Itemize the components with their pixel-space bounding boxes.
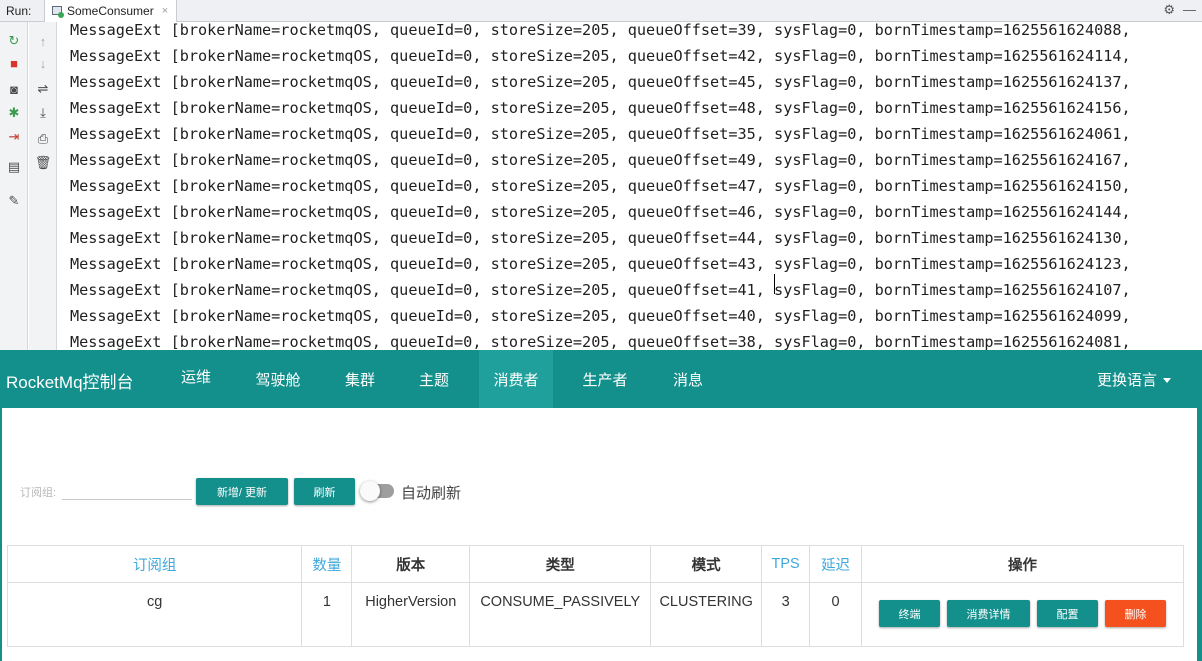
- toggle-knob: [360, 481, 380, 501]
- nav-item-3[interactable]: 主题: [406, 350, 462, 408]
- col-actions-cell: 终端 消费详情 配置 删除: [861, 582, 1184, 647]
- language-dropdown[interactable]: 更换语言: [1097, 350, 1171, 408]
- console-line: MessageExt [brokerName=rocketmqOS, queue…: [70, 281, 1131, 299]
- col-mode-header: 模式: [650, 545, 763, 583]
- col-subscription-group-cell: cg: [6, 582, 303, 647]
- close-icon[interactable]: ×: [162, 5, 168, 17]
- exit-icon[interactable]: ⇥: [5, 128, 23, 146]
- console-line: MessageExt [brokerName=rocketmqOS, queue…: [70, 125, 1131, 143]
- camera-icon[interactable]: ◙: [5, 80, 23, 98]
- nav-item-0[interactable]: 运维: [170, 347, 222, 405]
- scroll-to-end-icon[interactable]: ⤓: [34, 104, 52, 122]
- col-actions-header: 操作: [861, 545, 1184, 583]
- run-tab-bar: Run: SomeConsumer × ⚙ —: [0, 0, 1202, 22]
- rocketmq-console: RocketMq控制台 运维 驾驶舱 集群 主题 消费者 生产者 消息 更换语言 订阅组: …: [0, 350, 1202, 661]
- row-actions: 终端 消费详情 配置 删除: [862, 594, 1183, 627]
- config-button[interactable]: 配置: [1037, 600, 1098, 627]
- console-line: MessageExt [brokerName=rocketmqOS, queue…: [70, 22, 1131, 39]
- chevron-down-icon: [1163, 377, 1171, 383]
- nav-item-2[interactable]: 集群: [332, 350, 388, 408]
- ide-run-window: Run: SomeConsumer × ⚙ — ↻ ■ ◙ ✱ ⇥ ▤ ✎ ↑ ↓ ⇌ ⤓ ⎙ 🗑 M…: [0, 0, 1202, 350]
- add-update-button[interactable]: 新增/ 更新: [196, 478, 288, 505]
- run-window-controls: ⚙ —: [1163, 2, 1196, 18]
- run-label: Run:: [6, 4, 32, 18]
- console-line: MessageExt [brokerName=rocketmqOS, queue…: [70, 177, 1131, 195]
- console-line: MessageExt [brokerName=rocketmqOS, queue…: [70, 73, 1131, 91]
- subscription-group-label: 订阅组:: [20, 487, 57, 499]
- run-tab-someconsumer[interactable]: SomeConsumer ×: [44, 0, 178, 22]
- col-count-cell: 1: [301, 582, 353, 647]
- rerun-icon[interactable]: ↻: [5, 32, 23, 50]
- col-tps-cell: 3: [761, 582, 811, 647]
- refresh-button[interactable]: 刷新: [294, 478, 355, 505]
- col-count-header[interactable]: 数量: [301, 545, 353, 583]
- col-delay-cell: 0: [809, 582, 863, 647]
- col-subscription-group-header[interactable]: 订阅组: [6, 545, 303, 583]
- nav-item-1[interactable]: 驾驶舱: [242, 350, 314, 408]
- run-toolbar-primary: ↻ ■ ◙ ✱ ⇥ ▤ ✎: [0, 22, 28, 350]
- pin-icon[interactable]: ✎: [5, 192, 23, 210]
- layout-icon[interactable]: ▤: [5, 158, 23, 176]
- console-line: MessageExt [brokerName=rocketmqOS, queue…: [70, 333, 1131, 350]
- run-toolbar-secondary: ↑ ↓ ⇌ ⤓ ⎙ 🗑: [29, 22, 57, 350]
- consume-detail-button[interactable]: 消费详情: [947, 600, 1030, 627]
- gear-icon[interactable]: ⚙: [1163, 2, 1175, 18]
- col-delay-header[interactable]: 延迟: [809, 545, 863, 583]
- console-line: MessageExt [brokerName=rocketmqOS, queue…: [70, 151, 1131, 169]
- subscription-group-input[interactable]: [62, 480, 192, 500]
- console-line: MessageExt [brokerName=rocketmqOS, queue…: [70, 307, 1131, 325]
- col-type-header: 类型: [469, 545, 652, 583]
- trash-icon[interactable]: 🗑: [34, 154, 52, 172]
- delete-button[interactable]: 删除: [1105, 600, 1166, 627]
- col-tps-header[interactable]: TPS: [761, 545, 811, 583]
- consumer-toolbar: 订阅组: 新增/ 更新 刷新 自动刷新: [2, 476, 602, 506]
- debug-icon[interactable]: ✱: [5, 104, 23, 122]
- top-navbar: RocketMq控制台 运维 驾驶舱 集群 主题 消费者 生产者 消息 更换语言: [2, 350, 1197, 408]
- terminal-button[interactable]: 终端: [879, 600, 940, 627]
- nav-item-5[interactable]: 生产者: [568, 350, 642, 408]
- table-row: cg 1 HigherVersion CONSUME_PASSIVELY CLUSTER…: [6, 582, 1184, 647]
- nav-item-4[interactable]: 消费者: [479, 350, 553, 408]
- console-output[interactable]: MessageExt [brokerName=rocketmqOS, queue…: [58, 22, 1202, 350]
- col-version-header: 版本: [351, 545, 471, 583]
- console-line: MessageExt [brokerName=rocketmqOS, queue…: [70, 99, 1131, 117]
- stop-icon[interactable]: ■: [5, 54, 23, 72]
- language-label: 更换语言: [1096, 371, 1157, 389]
- down-arrow-icon[interactable]: ↓: [34, 54, 52, 72]
- nav-item-6[interactable]: 消息: [658, 350, 718, 408]
- auto-refresh-toggle[interactable]: [360, 481, 394, 501]
- console-line: MessageExt [brokerName=rocketmqOS, queue…: [70, 47, 1131, 65]
- col-version-cell: HigherVersion: [351, 582, 471, 647]
- run-tab-title: SomeConsumer: [67, 4, 154, 18]
- minimize-icon[interactable]: —: [1183, 2, 1196, 18]
- console-line: MessageExt [brokerName=rocketmqOS, queue…: [70, 255, 1131, 273]
- auto-refresh-label: 自动刷新: [401, 485, 462, 502]
- print-icon[interactable]: ⎙: [34, 130, 52, 148]
- consumer-table: 订阅组 数量 版本 类型 模式 TPS 延迟 操作 cg 1 HigherVersion CONSU…: [6, 545, 1184, 647]
- console-line: MessageExt [brokerName=rocketmqOS, queue…: [70, 203, 1131, 221]
- console-line: MessageExt [brokerName=rocketmqOS, queue…: [70, 229, 1131, 247]
- brand-title[interactable]: RocketMq控制台: [6, 368, 134, 393]
- col-mode-cell: CLUSTERING: [650, 582, 763, 647]
- up-arrow-icon[interactable]: ↑: [34, 32, 52, 50]
- run-config-icon: [51, 5, 64, 18]
- soft-wrap-icon[interactable]: ⇌: [34, 80, 52, 98]
- col-type-cell: CONSUME_PASSIVELY: [469, 582, 652, 647]
